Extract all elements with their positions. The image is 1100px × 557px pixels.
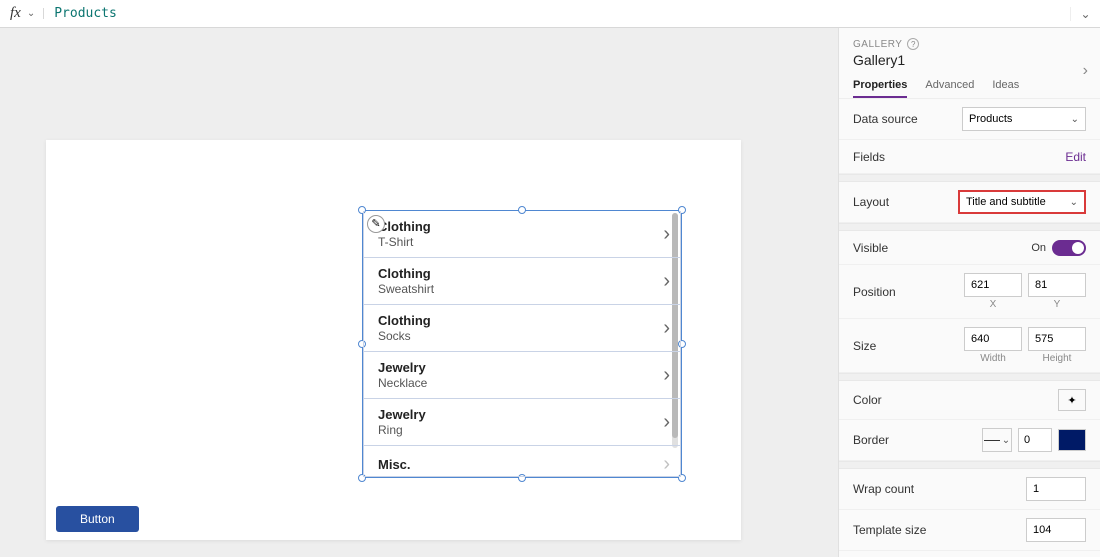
gallery-control[interactable]: ✎ ClothingT-Shirt› ClothingSweatshirt› C…	[362, 210, 682, 478]
label-size: Size	[853, 339, 964, 353]
label-fields: Fields	[853, 150, 1065, 164]
fx-label: fx	[0, 5, 27, 22]
label-visible: Visible	[853, 241, 1031, 255]
canvas-area: Button ✎ ClothingT-Shirt› ClothingSweats…	[0, 28, 838, 557]
label-border: Border	[853, 433, 982, 447]
position-y-input[interactable]	[1028, 273, 1086, 297]
gallery-item: ClothingT-Shirt›	[364, 211, 680, 258]
border-color-picker[interactable]	[1058, 429, 1086, 451]
color-picker[interactable]: ✦	[1058, 389, 1086, 411]
template-size-input[interactable]	[1026, 518, 1086, 542]
formula-expand-icon[interactable]: ⌄	[1070, 7, 1100, 21]
position-x-input[interactable]	[964, 273, 1022, 297]
edit-pencil-icon[interactable]: ✎	[367, 215, 385, 233]
border-width-input[interactable]	[1018, 428, 1052, 452]
label-wrap-count: Wrap count	[853, 482, 1026, 496]
edit-fields-link[interactable]: Edit	[1065, 150, 1086, 164]
control-name: Gallery1	[853, 50, 1086, 74]
label-layout: Layout	[853, 195, 958, 209]
label-color: Color	[853, 393, 1058, 407]
canvas-button[interactable]: Button	[56, 506, 139, 532]
label-data-source: Data source	[853, 112, 962, 126]
chevron-down-icon: ⌄	[1071, 114, 1079, 125]
panel-collapse-icon[interactable]: ›	[1083, 62, 1088, 80]
chevron-right-icon[interactable]: ›	[663, 365, 670, 385]
wrap-count-input[interactable]	[1026, 477, 1086, 501]
help-icon[interactable]: ?	[907, 38, 919, 50]
label-position: Position	[853, 285, 964, 299]
gallery-item: JewelryRing›	[364, 399, 680, 446]
gallery-item: ClothingSocks›	[364, 305, 680, 352]
formula-bar: fx ⌄ ⌄	[0, 0, 1100, 28]
control-type-label: GALLERY ?	[853, 38, 1086, 50]
tab-properties[interactable]: Properties	[853, 74, 907, 98]
gallery-item: ClothingSweatshirt›	[364, 258, 680, 305]
border-style-dropdown[interactable]: ⌄	[982, 428, 1012, 452]
gallery-item: JewelryNecklace›	[364, 352, 680, 399]
property-panel: GALLERY ? Gallery1 › Properties Advanced…	[838, 28, 1100, 557]
chevron-down-icon: ⌄	[1070, 197, 1078, 208]
fx-dropdown-icon[interactable]: ⌄	[27, 8, 44, 19]
chevron-right-icon[interactable]: ›	[663, 224, 670, 244]
layout-dropdown[interactable]: Title and subtitle⌄	[958, 190, 1086, 214]
formula-input[interactable]	[44, 2, 1070, 25]
chevron-right-icon[interactable]: ›	[663, 454, 670, 474]
chevron-right-icon[interactable]: ›	[663, 412, 670, 432]
size-height-input[interactable]	[1028, 327, 1086, 351]
data-source-dropdown[interactable]: Products⌄	[962, 107, 1086, 131]
visible-toggle[interactable]	[1052, 240, 1086, 256]
tab-ideas[interactable]: Ideas	[992, 74, 1019, 98]
chevron-right-icon[interactable]: ›	[663, 271, 670, 291]
panel-tabs: Properties Advanced Ideas	[839, 74, 1100, 99]
gallery-item: Misc.›	[364, 446, 680, 477]
label-template-size: Template size	[853, 523, 1026, 537]
size-width-input[interactable]	[964, 327, 1022, 351]
tab-advanced[interactable]: Advanced	[925, 74, 974, 98]
chevron-right-icon[interactable]: ›	[663, 318, 670, 338]
